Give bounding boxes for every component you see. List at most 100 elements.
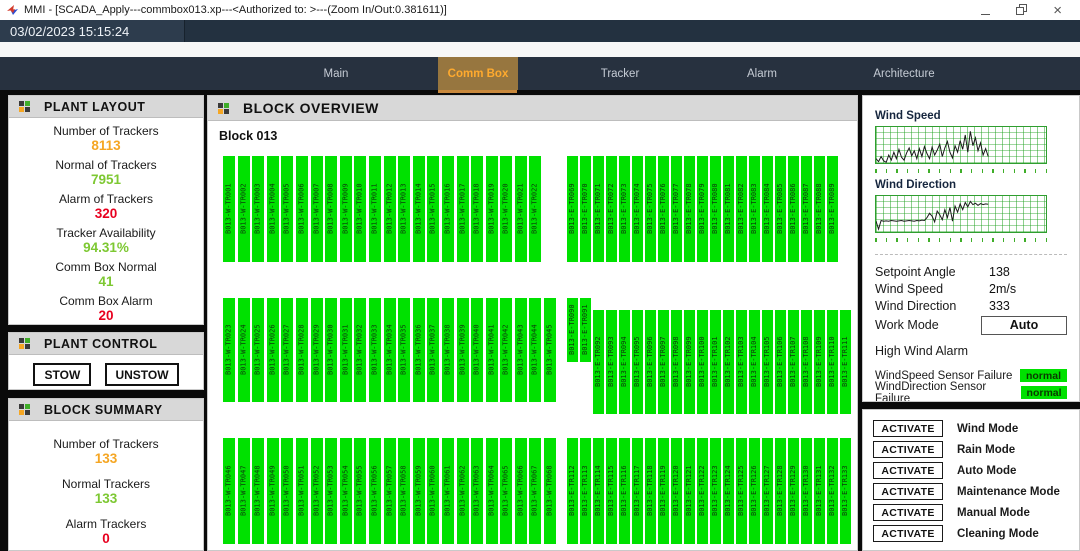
tracker-bar[interactable]: B013-E-TR120: [671, 438, 682, 544]
tracker-bar[interactable]: B013-W-TR033: [369, 298, 381, 402]
tracker-bar[interactable]: B013-E-TR126: [749, 438, 760, 544]
tracker-bar[interactable]: B013-E-TR109: [814, 310, 825, 414]
tracker-bar[interactable]: B013-E-TR133: [840, 438, 851, 544]
tracker-bar[interactable]: B013-W-TR005: [281, 156, 293, 262]
tracker-bar[interactable]: B013-E-TR108: [801, 310, 812, 414]
tracker-bar[interactable]: B013-E-TR085: [775, 156, 786, 262]
tracker-bar[interactable]: B013-W-TR061: [442, 438, 454, 544]
tracker-bar[interactable]: B013-E-TR072: [606, 156, 617, 262]
tracker-bar[interactable]: B013-W-TR054: [340, 438, 352, 544]
tab-comm-box[interactable]: Comm Box: [407, 57, 549, 90]
tracker-bar[interactable]: B013-W-TR028: [296, 298, 308, 402]
tracker-bar[interactable]: B013-W-TR032: [354, 298, 366, 402]
tracker-bar[interactable]: B013-E-TR079: [697, 156, 708, 262]
tab-tracker[interactable]: Tracker: [549, 57, 691, 90]
tracker-bar[interactable]: B013-E-TR105: [762, 310, 773, 414]
tracker-bar[interactable]: B013-E-TR097: [658, 310, 669, 414]
tracker-bar[interactable]: B013-W-TR037: [427, 298, 439, 402]
tracker-bar[interactable]: B013-W-TR013: [398, 156, 410, 262]
tracker-bar[interactable]: B013-E-TR115: [606, 438, 617, 544]
activate-cleaning-mode-button[interactable]: ACTIVATE: [873, 525, 943, 542]
tracker-bar[interactable]: B013-E-TR125: [736, 438, 747, 544]
tracker-bar[interactable]: B013-W-TR036: [413, 298, 425, 402]
restore-icon[interactable]: [1016, 4, 1027, 17]
tracker-bar[interactable]: B013-W-TR001: [223, 156, 235, 262]
tracker-bar[interactable]: B013-E-TR069: [567, 156, 578, 262]
tracker-bar[interactable]: B013-W-TR023: [223, 298, 235, 402]
activate-auto-mode-button[interactable]: ACTIVATE: [873, 462, 943, 479]
tracker-bar[interactable]: B013-W-TR020: [500, 156, 512, 262]
tab-main[interactable]: Main: [265, 57, 407, 90]
tracker-bar[interactable]: B013-E-TR095: [632, 310, 643, 414]
tracker-bar[interactable]: B013-E-TR083: [749, 156, 760, 262]
tracker-bar[interactable]: B013-W-TR009: [340, 156, 352, 262]
tracker-bar[interactable]: B013-E-TR076: [658, 156, 669, 262]
tab-alarm[interactable]: Alarm: [691, 57, 833, 90]
tracker-bar[interactable]: B013-E-TR117: [632, 438, 643, 544]
tracker-bar[interactable]: B013-E-TR070: [580, 156, 591, 262]
tracker-bar[interactable]: B013-E-TR082: [736, 156, 747, 262]
close-icon[interactable]: ×: [1053, 4, 1062, 17]
tracker-bar[interactable]: B013-W-TR024: [238, 298, 250, 402]
tracker-bar[interactable]: B013-W-TR014: [413, 156, 425, 262]
tracker-bar[interactable]: B013-E-TR086: [788, 156, 799, 262]
tracker-bar[interactable]: B013-W-TR059: [413, 438, 425, 544]
tracker-bar[interactable]: B013-E-TR112: [567, 438, 578, 544]
tracker-bar[interactable]: B013-E-TR114: [593, 438, 604, 544]
tracker-bar[interactable]: B013-E-TR090: [567, 298, 578, 362]
tracker-bar[interactable]: B013-W-TR045: [544, 298, 556, 402]
tracker-bar[interactable]: B013-E-TR107: [788, 310, 799, 414]
tracker-bar[interactable]: B013-E-TR096: [645, 310, 656, 414]
activate-wind-mode-button[interactable]: ACTIVATE: [873, 420, 943, 437]
tracker-bar[interactable]: B013-W-TR008: [325, 156, 337, 262]
tracker-bar[interactable]: B013-W-TR060: [427, 438, 439, 544]
tracker-bar[interactable]: B013-E-TR073: [619, 156, 630, 262]
tracker-bar[interactable]: B013-W-TR057: [384, 438, 396, 544]
tracker-bar[interactable]: B013-E-TR131: [814, 438, 825, 544]
tracker-bar[interactable]: B013-E-TR101: [710, 310, 721, 414]
tracker-bar[interactable]: B013-E-TR111: [840, 310, 851, 414]
tracker-bar[interactable]: B013-E-TR093: [606, 310, 617, 414]
tracker-bar[interactable]: B013-W-TR050: [281, 438, 293, 544]
tracker-bar[interactable]: B013-W-TR027: [281, 298, 293, 402]
tracker-bar[interactable]: B013-W-TR003: [252, 156, 264, 262]
tracker-bar[interactable]: B013-W-TR068: [544, 438, 556, 544]
tracker-bar[interactable]: B013-E-TR123: [710, 438, 721, 544]
tracker-bar[interactable]: B013-E-TR128: [775, 438, 786, 544]
tracker-bar[interactable]: B013-W-TR035: [398, 298, 410, 402]
tracker-bar[interactable]: B013-E-TR106: [775, 310, 786, 414]
tracker-bar[interactable]: B013-W-TR025: [252, 298, 264, 402]
tracker-bar[interactable]: B013-W-TR051: [296, 438, 308, 544]
tracker-bar[interactable]: B013-W-TR066: [515, 438, 527, 544]
tracker-bar[interactable]: B013-W-TR042: [500, 298, 512, 402]
unstow-button[interactable]: UNSTOW: [105, 363, 178, 386]
tracker-bar[interactable]: B013-W-TR004: [267, 156, 279, 262]
tracker-bar[interactable]: B013-W-TR030: [325, 298, 337, 402]
tracker-bar[interactable]: B013-E-TR099: [684, 310, 695, 414]
tracker-bar[interactable]: B013-W-TR006: [296, 156, 308, 262]
minimize-icon[interactable]: [981, 4, 990, 17]
tracker-bar[interactable]: B013-W-TR052: [311, 438, 323, 544]
activate-maintenance-mode-button[interactable]: ACTIVATE: [873, 483, 943, 500]
tracker-bar[interactable]: B013-E-TR075: [645, 156, 656, 262]
tracker-bar[interactable]: B013-W-TR041: [486, 298, 498, 402]
tracker-bar[interactable]: B013-W-TR019: [486, 156, 498, 262]
tracker-bar[interactable]: B013-W-TR067: [529, 438, 541, 544]
tracker-bar[interactable]: B013-W-TR011: [369, 156, 381, 262]
tracker-bar[interactable]: B013-W-TR055: [354, 438, 366, 544]
tracker-bar[interactable]: B013-E-TR087: [801, 156, 812, 262]
tracker-bar[interactable]: B013-E-TR103: [736, 310, 747, 414]
tracker-bar[interactable]: B013-W-TR058: [398, 438, 410, 544]
tracker-bar[interactable]: B013-W-TR002: [238, 156, 250, 262]
tracker-bar[interactable]: B013-E-TR074: [632, 156, 643, 262]
tracker-bar[interactable]: B013-E-TR127: [762, 438, 773, 544]
tracker-bar[interactable]: B013-W-TR064: [486, 438, 498, 544]
tracker-bar[interactable]: B013-W-TR043: [515, 298, 527, 402]
tracker-bar[interactable]: B013-E-TR122: [697, 438, 708, 544]
tracker-bar[interactable]: B013-W-TR018: [471, 156, 483, 262]
tracker-bar[interactable]: B013-W-TR031: [340, 298, 352, 402]
tracker-bar[interactable]: B013-E-TR084: [762, 156, 773, 262]
tracker-bar[interactable]: B013-W-TR016: [442, 156, 454, 262]
tracker-bar[interactable]: B013-E-TR130: [801, 438, 812, 544]
tracker-bar[interactable]: B013-E-TR071: [593, 156, 604, 262]
